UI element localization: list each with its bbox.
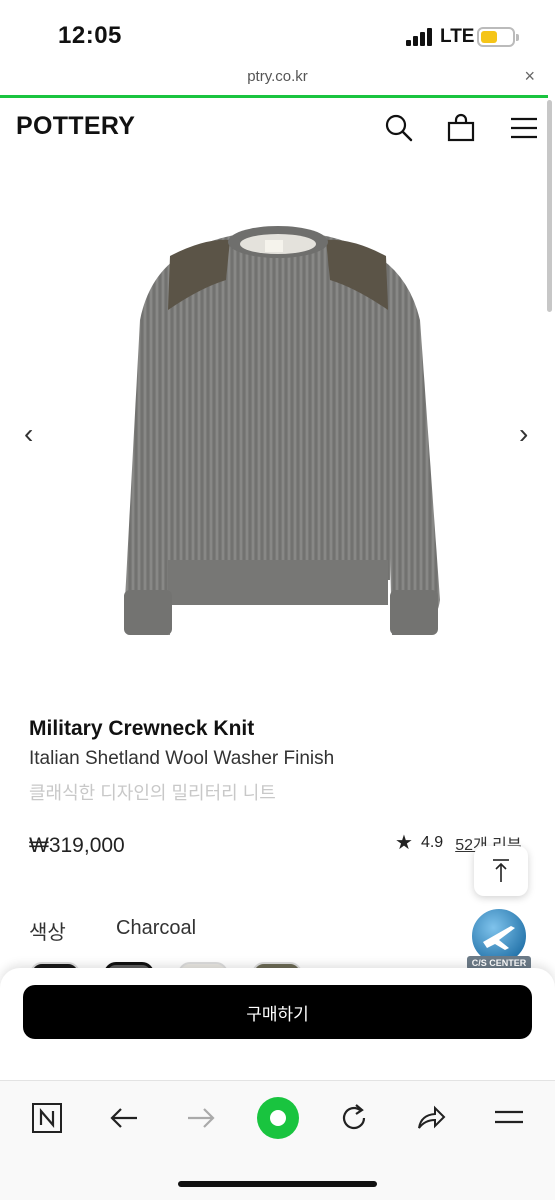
network-label: LTE: [440, 26, 475, 47]
scroll-top-button[interactable]: [474, 846, 528, 896]
gallery-next-button[interactable]: ›: [519, 418, 528, 450]
sweater-image: [124, 226, 440, 635]
search-icon[interactable]: [383, 112, 415, 144]
arrow-up-icon: [493, 859, 509, 882]
menu-icon[interactable]: [508, 112, 540, 144]
status-time: 12:05: [58, 22, 122, 49]
cs-center-button[interactable]: C/S CENTER: [465, 906, 533, 974]
site-logo[interactable]: POTTERY: [16, 112, 135, 141]
purchase-sheet: 구매하기: [0, 968, 555, 1080]
status-bar: 12:05 LTE: [0, 0, 555, 66]
forward-icon[interactable]: [181, 1098, 221, 1138]
share-icon[interactable]: [411, 1098, 451, 1138]
url-bar[interactable]: ptry.co.kr ×: [0, 66, 555, 96]
buy-button[interactable]: 구매하기: [23, 985, 532, 1039]
product-description: 클래식한 디자인의 밀리터리 니트: [29, 783, 276, 803]
rating-value: 4.9: [420, 833, 444, 851]
star-icon: ★: [395, 832, 413, 854]
reload-icon[interactable]: [334, 1098, 374, 1138]
url-text[interactable]: ptry.co.kr: [0, 68, 555, 85]
product-subtitle: Italian Shetland Wool Washer Finish: [29, 748, 335, 769]
color-label: 색상: [29, 922, 66, 944]
gallery-prev-button[interactable]: ‹: [24, 418, 33, 450]
green-dot-icon[interactable]: [256, 1096, 300, 1140]
product-image[interactable]: [0, 160, 555, 690]
battery-icon: [477, 27, 519, 47]
shopping-bag-icon[interactable]: [445, 112, 477, 144]
color-value: Charcoal: [116, 917, 197, 939]
home-indicator[interactable]: [178, 1181, 377, 1187]
product-name: Military Crewneck Knit: [29, 717, 255, 740]
close-icon[interactable]: ×: [524, 66, 535, 87]
naver-n-icon[interactable]: [27, 1098, 67, 1138]
cs-center-label: C/S CENTER: [472, 958, 527, 968]
signal-icon: [406, 28, 434, 46]
back-icon[interactable]: [104, 1098, 144, 1138]
site-header: POTTERY: [0, 98, 555, 156]
product-price: ₩319,000: [29, 834, 125, 857]
menu-icon[interactable]: [489, 1098, 529, 1138]
